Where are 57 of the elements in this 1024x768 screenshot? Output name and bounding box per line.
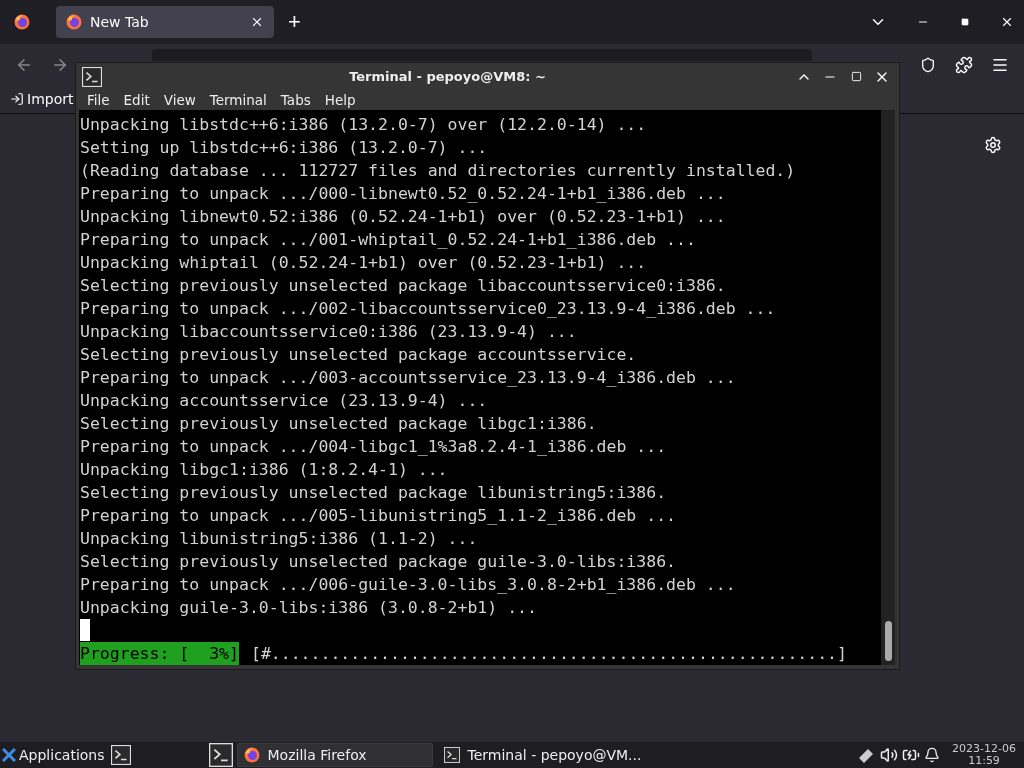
- bookmark-item[interactable]: Import: [10, 91, 74, 107]
- tab-title: New Tab: [90, 14, 150, 30]
- terminal-icon: [443, 747, 460, 763]
- terminal-line: Unpacking libgc1:i386 (1:8.2.4-1) ...: [80, 459, 449, 481]
- terminal-line: Unpacking guile-3.0-libs:i386 (3.0.8-2+b1) ...: [80, 597, 538, 619]
- xfce-logo-icon: [2, 748, 16, 762]
- terminal-icon: [82, 66, 102, 87]
- terminal-line: Preparing to unpack .../002-libaccountsservice0_23.13.9-4_i386.deb ...: [80, 298, 777, 320]
- import-icon: [10, 92, 24, 106]
- menu-item[interactable]: Tabs: [273, 92, 318, 108]
- terminal-line: Unpacking libstdc++6:i386 (13.2.0-7) over (12.2.0-14) ...: [80, 114, 648, 136]
- show-desktop-icon[interactable]: [208, 743, 233, 767]
- window-title: Terminal - pepoyo@VM8: ~: [348, 69, 547, 84]
- browser-logo-icon: [243, 747, 260, 763]
- menu-item[interactable]: Edit: [116, 92, 157, 108]
- settings-icon[interactable]: [984, 136, 1002, 154]
- progress-bar-text: [#.........................................................]: [250, 643, 847, 665]
- notification-icon[interactable]: [924, 747, 941, 763]
- clock-time: 11:59: [968, 755, 1000, 767]
- terminal-launcher-icon[interactable]: [110, 745, 131, 765]
- text-cursor: [80, 619, 90, 641]
- new-tab-button[interactable]: +: [282, 9, 307, 35]
- terminal-line: Selecting previously unselected package libunistring5:i386.: [80, 482, 668, 504]
- terminal-line: Unpacking libunistring5:i386 (1.1-2) ...: [80, 528, 479, 550]
- terminal-line: Unpacking accountsservice (23.13.9-4) ...: [80, 390, 489, 412]
- terminal-line: Selecting previously unselected package accountsservice.: [80, 344, 638, 366]
- terminal-line: (Reading database ... 112727 files and directories currently installed.): [80, 160, 797, 182]
- terminal-line: Selecting previously unselected package guile-3.0-libs:i386.: [80, 551, 678, 573]
- volume-icon[interactable]: [880, 746, 899, 764]
- terminal-line: Setting up libstdc++6:i386 (13.2.0-7) ...: [80, 137, 489, 159]
- terminal-line: Preparing to unpack .../003-accountsservice_23.13.9-4_i386.deb ...: [80, 367, 737, 389]
- clock-date: 2023-12-06: [952, 743, 1016, 755]
- scrollbar[interactable]: [881, 110, 895, 665]
- address-field[interactable]: [152, 49, 812, 61]
- scrollbar-thumb[interactable]: [884, 621, 892, 661]
- menu-item[interactable]: View: [156, 92, 203, 108]
- browser-logo-icon: [66, 14, 82, 30]
- terminal-line: Preparing to unpack .../006-guile-3.0-libs_3.0.8-2+b1_i386.deb ...: [80, 574, 737, 596]
- terminal-line: Preparing to unpack .../005-libunistring5_1.1-2_i386.deb ...: [80, 505, 678, 527]
- terminal-line: Unpacking libnewt0.52:i386 (0.52.24-1+b1) over (0.52.23-1+b1) ...: [80, 206, 727, 228]
- terminal-line: Preparing to unpack .../004-libgc1_1%3a8.2.4-1_i386.deb ...: [80, 436, 668, 458]
- menu-item[interactable]: Help: [317, 92, 363, 108]
- taskbar-button[interactable]: Mozilla Firefox: [236, 743, 433, 767]
- menu-item[interactable]: File: [80, 92, 117, 108]
- terminal-line: Selecting previously unselected package libaccountsservice0:i386.: [80, 275, 727, 297]
- applications-menu-button[interactable]: Applications: [0, 747, 107, 763]
- progress-label: Progress: [ 3%]: [80, 642, 239, 665]
- terminal-line: Preparing to unpack .../001-whiptail_0.52.24-1+b1_i386.deb ...: [80, 229, 697, 251]
- close-icon[interactable]: [250, 15, 264, 29]
- browser-tab[interactable]: New Tab: [56, 6, 274, 38]
- clock[interactable]: 2023-12-06 11:59: [944, 743, 1024, 767]
- menu-item[interactable]: Terminal: [202, 92, 274, 108]
- terminal-line: Selecting previously unselected package libgc1:i386.: [80, 413, 598, 435]
- terminal-line: Unpacking libaccountsservice0:i386 (23.13.9-4) ...: [80, 321, 578, 343]
- terminal-line: Unpacking whiptail (0.52.24-1+b1) over (0.52.23-1+b1) ...: [80, 252, 648, 274]
- browser-logo-icon: [14, 14, 30, 30]
- terminal-line: Preparing to unpack .../000-libnewt0.52_0.52.24-1+b1_i386.deb ...: [80, 183, 727, 205]
